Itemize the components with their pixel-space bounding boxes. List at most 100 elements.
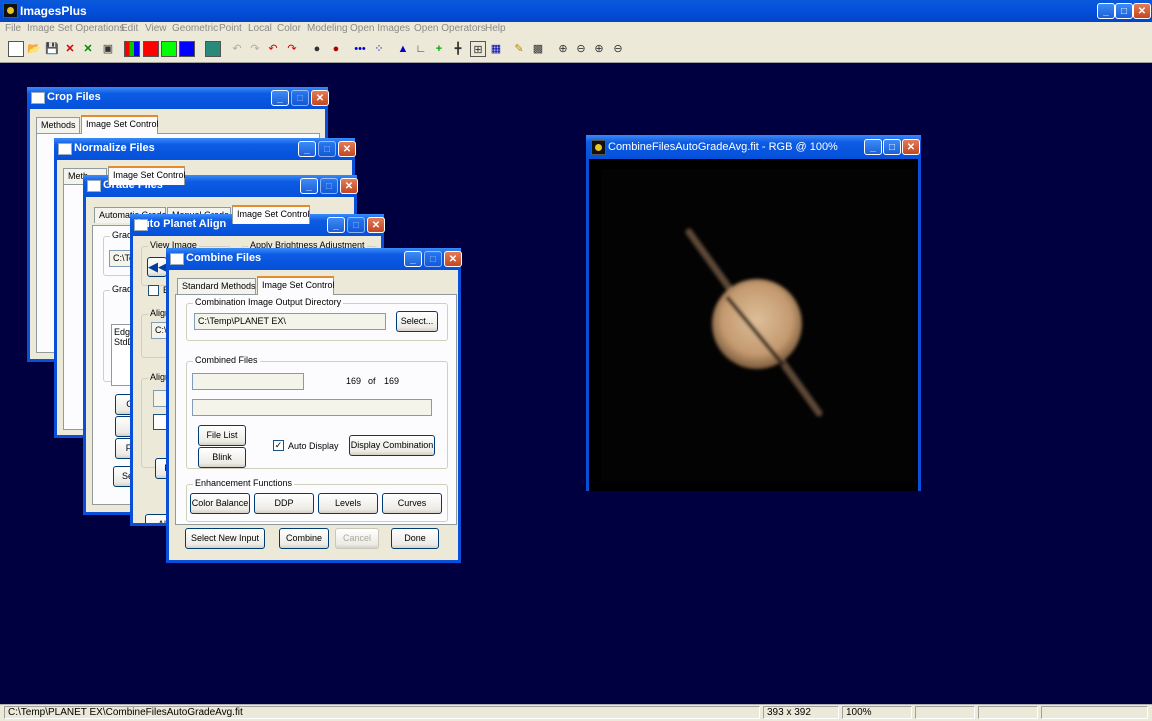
color-red-icon[interactable] — [143, 41, 159, 57]
close-icon[interactable]: ✕ — [1133, 3, 1151, 19]
undo-all-icon[interactable]: ↶ — [265, 41, 281, 57]
output-directory-label: Combination Image Output Directory — [193, 297, 344, 307]
redo-all-icon[interactable]: ↷ — [284, 41, 300, 57]
grid-icon[interactable]: ▩ — [530, 41, 546, 57]
close-icon[interactable]: ✕ — [311, 90, 329, 106]
zoom-fit-icon[interactable]: ⊕ — [591, 41, 607, 57]
menu-file[interactable]: File — [5, 23, 21, 34]
file-list-button[interactable]: File List — [198, 425, 246, 446]
select-button[interactable]: Select... — [396, 311, 438, 332]
output-directory-field[interactable]: C:\Temp\PLANET EX\ — [194, 313, 386, 330]
ddp-button[interactable]: DDP — [254, 493, 314, 514]
close-icon[interactable]: ✕ — [902, 139, 920, 155]
status-blank-1 — [915, 706, 975, 719]
minimize-icon[interactable]: _ — [404, 251, 422, 267]
minimize-icon[interactable]: _ — [864, 139, 882, 155]
crosshair-icon[interactable]: ╋ — [450, 41, 466, 57]
tab-image-set-control[interactable]: Image Set Control — [232, 205, 310, 224]
menu-open-operators[interactable]: Open Operators — [414, 23, 486, 34]
progress-bar — [192, 399, 432, 416]
color-all-icon[interactable] — [124, 41, 140, 57]
window-icon — [87, 180, 101, 192]
status-bar: C:\Temp\PLANET EX\CombineFilesAutoGradeA… — [0, 704, 1152, 721]
maximize-icon[interactable]: □ — [1115, 3, 1133, 19]
color-green-icon[interactable] — [161, 41, 177, 57]
close-icon[interactable]: ✕ — [444, 251, 462, 267]
pencil-icon[interactable]: ✎ — [511, 41, 527, 57]
minimize-icon[interactable]: _ — [271, 90, 289, 106]
open-folder-icon[interactable]: 📂 — [26, 41, 42, 57]
menu-help[interactable]: Help — [485, 23, 506, 34]
close-icon[interactable]: ✕ — [367, 217, 385, 233]
menu-color[interactable]: Color — [277, 23, 301, 34]
combine-button[interactable]: Combine — [279, 528, 329, 549]
status-blank-3 — [1041, 706, 1148, 719]
new-file-icon[interactable] — [8, 41, 24, 57]
menu-image-set-operations[interactable]: Image Set Operations — [27, 23, 124, 34]
scatter-dots-icon[interactable]: ⁘ — [371, 41, 387, 57]
combine-files-title-bar[interactable]: Combine Files _ □ ✕ — [166, 248, 462, 270]
combined-file-field[interactable] — [192, 373, 304, 390]
zoom-reset-icon[interactable]: ⊖ — [610, 41, 626, 57]
zoom-out-icon[interactable]: ⊖ — [573, 41, 589, 57]
menu-point[interactable]: Point — [219, 23, 242, 34]
grid-select-icon[interactable]: ⊞ — [470, 41, 486, 57]
line-dots-icon[interactable]: ••• — [352, 41, 368, 57]
add-cross-icon[interactable]: + — [431, 41, 447, 57]
auto-display-label: Auto Display — [288, 441, 339, 451]
select-new-input-button[interactable]: Select New Input — [185, 528, 265, 549]
close-icon[interactable]: ✕ — [338, 141, 356, 157]
levels-button[interactable]: Levels — [318, 493, 378, 514]
triangle-icon[interactable]: ▲ — [395, 41, 411, 57]
close-x-red-icon[interactable]: ✕ — [62, 41, 78, 57]
redo-icon[interactable]: ↷ — [247, 41, 263, 57]
color-balance-button[interactable]: Color Balance — [190, 493, 250, 514]
tab-methods[interactable]: Methods — [36, 117, 80, 133]
tab-standard-methods[interactable]: Standard Methods — [177, 278, 256, 294]
minimize-icon[interactable]: _ — [1097, 3, 1115, 19]
status-zoom: 100% — [842, 706, 912, 719]
image-adjust-icon[interactable]: ▦ — [488, 41, 504, 57]
menu-local[interactable]: Local — [248, 23, 272, 34]
app-title: ImagesPlus — [20, 4, 87, 18]
angle-icon[interactable]: ∟ — [413, 41, 429, 57]
menu-modeling[interactable]: Modeling — [307, 23, 348, 34]
image-window-title-bar[interactable]: CombineFilesAutoGradeAvg.fit - RGB @ 100… — [586, 135, 921, 159]
close-x-green-icon[interactable]: ✕ — [80, 41, 96, 57]
maximize-icon: □ — [424, 251, 442, 267]
menu-bar: File Image Set Operations Edit View Geom… — [0, 22, 1152, 37]
blink-button[interactable]: Blink — [198, 447, 246, 468]
print-icon[interactable]: ▣ — [100, 41, 116, 57]
enhancement-functions-label: Enhancement Functions — [193, 478, 295, 488]
menu-geometric[interactable]: Geometric — [172, 23, 218, 34]
auto-display-checkbox[interactable]: ✓ — [273, 440, 284, 451]
image-canvas[interactable] — [589, 159, 918, 491]
zoom-in-icon[interactable]: ⊕ — [555, 41, 571, 57]
mask-red-icon[interactable]: ● — [328, 41, 344, 57]
minimize-icon[interactable]: _ — [298, 141, 316, 157]
maximize-icon[interactable]: □ — [883, 139, 901, 155]
normalize-files-title-bar[interactable]: Normalize Files _ □ ✕ — [54, 138, 356, 160]
tab-image-set-control[interactable]: Image Set Control — [257, 276, 335, 295]
tab-image-set-control[interactable]: Image Set Control — [81, 115, 159, 134]
minimize-icon[interactable]: _ — [327, 217, 345, 233]
save-icon[interactable]: 💾 — [44, 41, 60, 57]
undo-icon[interactable]: ↶ — [229, 41, 245, 57]
crop-files-title-bar[interactable]: Crop Files _ □ ✕ — [27, 87, 329, 109]
menu-view[interactable]: View — [145, 23, 167, 34]
mask-black-icon[interactable]: ● — [309, 41, 325, 57]
done-button[interactable]: Done — [391, 528, 439, 549]
menu-open-images[interactable]: Open Images — [350, 23, 410, 34]
close-icon[interactable]: ✕ — [340, 178, 358, 194]
menu-edit[interactable]: Edit — [121, 23, 138, 34]
tab-image-set-control[interactable]: Image Set Control — [108, 166, 186, 185]
color-blue-icon[interactable] — [179, 41, 195, 57]
minimize-icon[interactable]: _ — [300, 178, 318, 194]
image-icon — [591, 140, 606, 155]
channel-view-icon[interactable] — [205, 41, 221, 57]
display-combination-button[interactable]: Display Combination — [349, 435, 435, 456]
e-checkbox[interactable] — [148, 285, 159, 296]
maximize-icon: □ — [320, 178, 338, 194]
rewind-icon[interactable]: ◀◀ — [147, 257, 168, 277]
curves-button[interactable]: Curves — [382, 493, 442, 514]
